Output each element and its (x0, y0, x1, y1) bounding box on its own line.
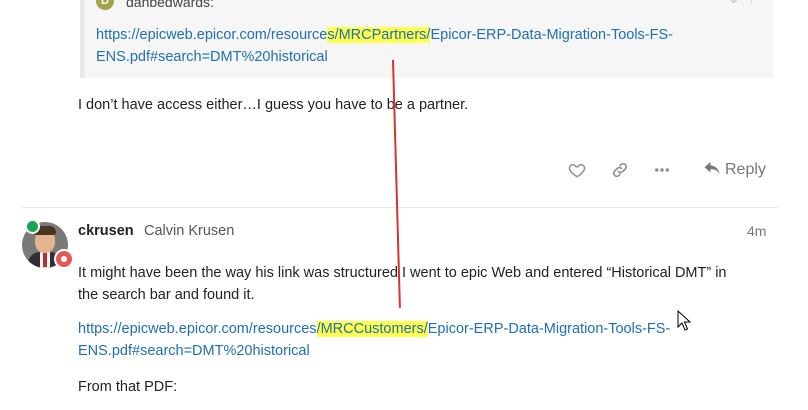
post-time[interactable]: 4m (747, 222, 766, 240)
post-link-start: https://epicweb.epicor.com/resources (78, 321, 317, 337)
chevron-icon[interactable]: ⌄ (728, 0, 748, 6)
post-text-after: From that PDF: (78, 379, 178, 395)
like-button[interactable] (565, 158, 589, 182)
post-link[interactable]: https://epicweb.epicor.com/resources/MRC… (78, 318, 670, 340)
post-text-line1: It might have been the way his link was … (78, 265, 727, 281)
online-indicator (25, 219, 40, 234)
post-username[interactable]: ckrusen (78, 222, 134, 240)
quote-link-line2[interactable]: ENS.pdf#search=DMT%20historical (96, 46, 328, 68)
more-button[interactable] (650, 158, 674, 182)
quote-link[interactable]: https://epicweb.epicor.com/resources/MRC… (96, 24, 673, 46)
link-icon (612, 162, 628, 178)
reply-button[interactable]: Reply (703, 158, 766, 182)
post-link-line2[interactable]: ENS.pdf#search=DMT%20historical (78, 340, 310, 362)
share-link-button[interactable] (608, 158, 632, 182)
status-badge (54, 249, 74, 269)
post-text-line2: the search bar and found it. (78, 287, 255, 303)
reply-label: Reply (725, 161, 766, 178)
quote-link-highlight: s/MRCPartners/ (327, 27, 431, 43)
avatar-tie (43, 253, 47, 267)
quote-controls[interactable]: ⌄↑ (728, 0, 763, 7)
post-link-end: Epicor-ERP-Data-Migration-Tools-FS- (427, 321, 671, 337)
quote-link-start: https://epicweb.epicor.com/resource (96, 27, 328, 43)
heart-icon (568, 163, 586, 178)
mouse-cursor-icon (677, 310, 691, 331)
quote-link-end: Epicor-ERP-Data-Migration-Tools-FS- (430, 27, 673, 43)
post-fullname[interactable]: Calvin Krusen (144, 222, 234, 240)
quote-username[interactable]: danbedwards: (126, 0, 214, 10)
post-link-highlight: /MRCCustomers/ (316, 321, 428, 337)
more-icon (655, 168, 669, 172)
reply-icon (704, 162, 720, 174)
post-divider (22, 207, 778, 208)
post-text: I don’t have access either…I guess you h… (78, 97, 469, 113)
expand-icon[interactable]: ↑ (748, 0, 763, 6)
